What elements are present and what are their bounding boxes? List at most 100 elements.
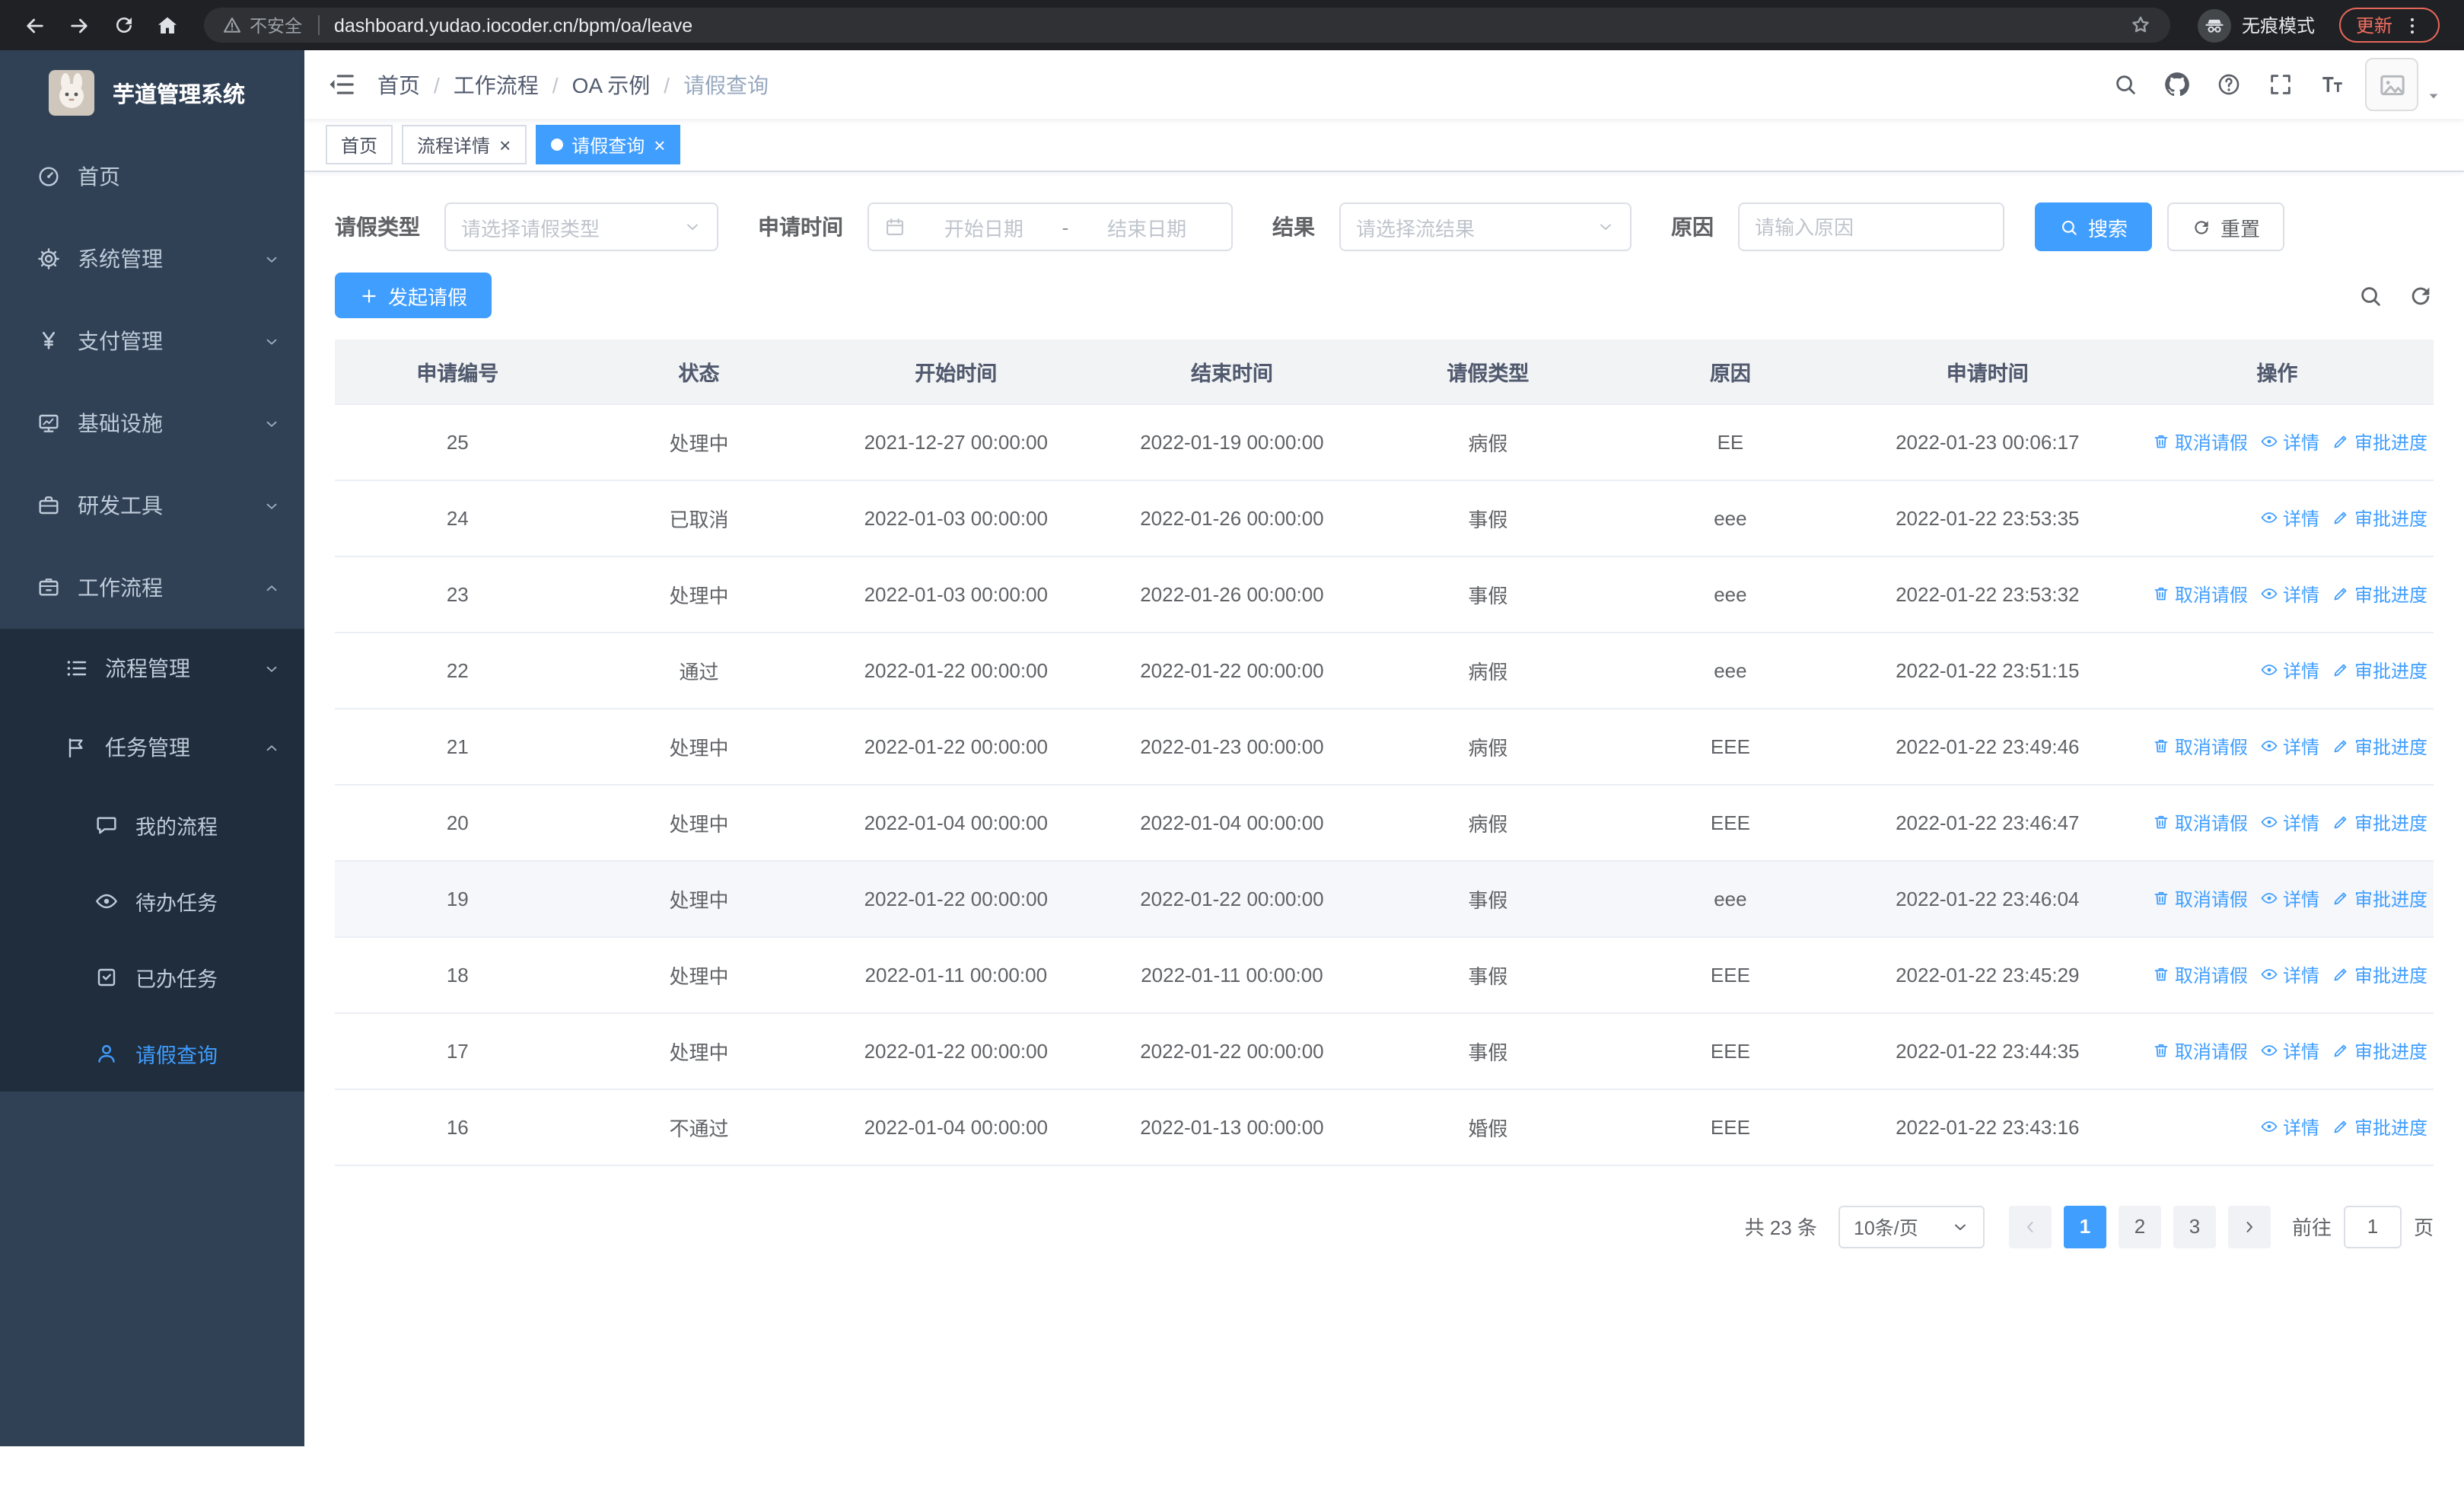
browser-reload-icon[interactable] [103,5,143,45]
reason-input[interactable] [1738,202,2004,251]
table-row[interactable]: 16 不通过 2022-01-04 00:00:00 2022-01-13 00:00… [335,1089,2434,1165]
detail-link[interactable]: 详情 [2260,733,2319,759]
breadcrumb-item-oa-example[interactable]: OA 示例 [572,69,651,100]
table-row[interactable]: 21 处理中 2022-01-22 00:00:00 2022-01-23 00:00… [335,708,2434,785]
address-bar[interactable]: 不安全 dashboard.yudao.iocoder.cn/bpm/oa/le… [204,8,2170,43]
sidebar-item-dev-tools[interactable]: 研发工具 [0,464,304,547]
table-row[interactable]: 24 已取消 2022-01-03 00:00:00 2022-01-26 00:00… [335,480,2434,556]
cancel-leave-link[interactable]: 取消请假 [2152,581,2248,607]
cancel-leave-link[interactable]: 取消请假 [2152,809,2248,835]
approval-progress-link[interactable]: 审批进度 [2332,657,2427,683]
cancel-leave-link[interactable]: 取消请假 [2152,429,2248,454]
chevron-up-icon [263,579,280,596]
bookmark-star-icon[interactable] [2129,14,2152,37]
page-button-2[interactable]: 2 [2118,1205,2161,1248]
detail-link[interactable]: 详情 [2260,961,2319,987]
table-row[interactable]: 25 处理中 2021-12-27 00:00:00 2022-01-19 00:00… [335,403,2434,480]
cancel-leave-link[interactable]: 取消请假 [2152,733,2248,759]
chrome-update-button[interactable]: 更新 [2338,8,2440,43]
browser-menu-icon[interactable] [2402,14,2423,36]
detail-link[interactable]: 详情 [2260,809,2319,835]
avatar[interactable] [2365,58,2418,111]
search-button[interactable]: 搜索 [2035,202,2153,251]
page-size-select[interactable]: 10条/页 [1838,1205,1985,1248]
row-actions: 详情 审批进度 [2121,505,2434,531]
approval-progress-link[interactable]: 审批进度 [2332,1114,2427,1140]
refresh-table-icon[interactable] [2408,282,2434,308]
sidebar-item-home[interactable]: 首页 [0,135,304,218]
table-row[interactable]: 23 处理中 2022-01-03 00:00:00 2022-01-26 00:00… [335,556,2434,633]
table-row[interactable]: 18 处理中 2022-01-11 00:00:00 2022-01-11 00:00… [335,936,2434,1013]
detail-link[interactable]: 详情 [2260,657,2319,683]
sidebar-item-payment-management[interactable]: 支付管理 [0,300,304,382]
sidebar-item-label: 我的流程 [135,816,218,839]
search-icon[interactable] [2103,63,2146,106]
sidebar-item-workflow[interactable]: 工作流程 [0,547,304,629]
detail-link[interactable]: 详情 [2260,1114,2319,1140]
detail-link[interactable]: 详情 [2260,1038,2319,1063]
leave-type-select[interactable]: 请选择请假类型 [444,202,718,251]
apply-time-range-picker[interactable]: 开始日期 - 结束日期 [867,202,1233,251]
cancel-leave-link[interactable]: 取消请假 [2152,885,2248,911]
sidebar-toggle-icon[interactable] [327,70,356,99]
sidebar-item-todo-tasks[interactable]: 待办任务 [0,863,304,939]
fullscreen-icon[interactable] [2259,63,2301,106]
sidebar-item-leave-query[interactable]: 请假查询 [0,1015,304,1092]
column-header: 请假类型 [1369,339,1607,404]
cell-apply-time: 2022-01-22 23:53:32 [1854,556,2121,633]
sidebar-item-task-management[interactable]: 任务管理 [0,708,304,787]
approval-progress-link[interactable]: 审批进度 [2332,885,2427,911]
create-leave-button[interactable]: 发起请假 [335,273,492,318]
detail-link[interactable]: 详情 [2260,581,2319,607]
tab-process-detail[interactable]: 流程详情 × [402,125,527,164]
user-menu[interactable] [2365,58,2441,111]
sidebar-item-my-process[interactable]: 我的流程 [0,787,304,863]
sidebar-item-process-management[interactable]: 流程管理 [0,629,304,708]
github-icon[interactable] [2155,63,2198,106]
browser-back-icon[interactable] [15,5,55,45]
page-button-1[interactable]: 1 [2063,1205,2106,1248]
detail-link[interactable]: 详情 [2260,885,2319,911]
table-toolbar: 发起请假 [335,273,2434,318]
approval-progress-link[interactable]: 审批进度 [2332,581,2427,607]
app-logo[interactable]: 芋道管理系统 [0,50,304,135]
reset-button[interactable]: 重置 [2167,202,2285,251]
font-size-icon[interactable] [2310,63,2353,106]
sidebar-item-infrastructure[interactable]: 基础设施 [0,382,304,464]
page-button-3[interactable]: 3 [2173,1205,2216,1248]
help-icon[interactable] [2207,63,2249,106]
detail-link[interactable]: 详情 [2260,505,2319,531]
approval-progress-link[interactable]: 审批进度 [2332,733,2427,759]
approval-progress-link[interactable]: 审批进度 [2332,1038,2427,1063]
cancel-leave-link[interactable]: 取消请假 [2152,961,2248,987]
approval-progress-link[interactable]: 审批进度 [2332,961,2427,987]
eye-icon [2260,661,2278,679]
breadcrumb-item-workflow[interactable]: 工作流程 [454,69,539,100]
table-row[interactable]: 17 处理中 2022-01-22 00:00:00 2022-01-22 00:00… [335,1012,2434,1089]
prev-page-button[interactable] [2008,1205,2052,1248]
breadcrumb-item-home[interactable]: 首页 [377,69,420,100]
approval-progress-link[interactable]: 审批进度 [2332,429,2427,454]
table-row[interactable]: 19 处理中 2022-01-22 00:00:00 2022-01-22 00:00… [335,860,2434,937]
goto-page-input[interactable] [2343,1205,2402,1248]
browser-forward-icon[interactable] [59,5,99,45]
toggle-search-icon[interactable] [2357,282,2383,308]
browser-home-icon[interactable] [148,5,187,45]
cancel-leave-link[interactable]: 取消请假 [2152,1038,2248,1063]
caret-down-icon[interactable] [2426,88,2441,104]
cell-apply-time: 2022-01-22 23:45:29 [1854,936,2121,1013]
tab-leave-query[interactable]: 请假查询 × [535,125,681,164]
approval-progress-link[interactable]: 审批进度 [2332,809,2427,835]
next-page-button[interactable] [2227,1205,2271,1248]
approval-progress-link[interactable]: 审批进度 [2332,505,2427,531]
detail-link[interactable]: 详情 [2260,429,2319,454]
tab-close-icon[interactable]: × [499,135,511,155]
result-select[interactable]: 请选择流结果 [1339,202,1632,251]
action-label: 详情 [2282,736,2319,757]
table-row[interactable]: 20 处理中 2022-01-04 00:00:00 2022-01-04 00:00… [335,784,2434,861]
sidebar-item-done-tasks[interactable]: 已办任务 [0,939,304,1015]
sidebar-item-system-management[interactable]: 系统管理 [0,218,304,300]
tab-close-icon[interactable]: × [654,135,665,155]
table-row[interactable]: 22 通过 2022-01-22 00:00:00 2022-01-22 00:00:… [335,632,2434,709]
tab-home[interactable]: 首页 [326,125,393,164]
